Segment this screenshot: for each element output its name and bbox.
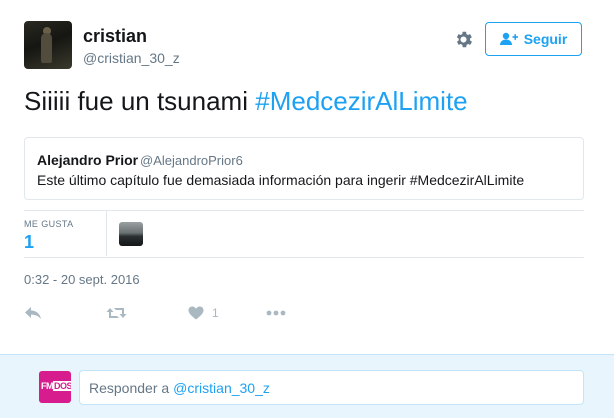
follow-button[interactable]: Seguir <box>485 22 582 56</box>
likes-count[interactable]: 1 <box>24 232 34 253</box>
author-handle[interactable]: @cristian_30_z <box>83 50 180 66</box>
quoted-author-name: Alejandro Prior <box>37 152 139 168</box>
reply-placeholder: Responder a <box>89 379 170 396</box>
retweet-button[interactable] <box>106 304 127 322</box>
divider <box>24 210 584 211</box>
current-user-avatar-logo: FMDOS <box>41 381 71 391</box>
more-button[interactable] <box>266 304 286 322</box>
gear-icon[interactable] <box>453 29 474 50</box>
reply-button[interactable] <box>24 304 42 322</box>
quoted-tweet-text: Este último capítulo fue demasiada infor… <box>37 172 525 188</box>
heart-icon <box>188 306 204 320</box>
reply-input[interactable]: Responder a @cristian_30_z <box>79 370 584 405</box>
tweet-text: Siiiii fue un tsunami #MedcezirAlLimite <box>24 86 468 117</box>
current-user-avatar[interactable]: FMDOS <box>39 371 71 403</box>
tweet-hashtag[interactable]: #MedcezirAlLimite <box>255 86 467 116</box>
avatar-figure-body <box>41 33 52 63</box>
more-icon <box>266 310 286 316</box>
quoted-tweet[interactable]: Alejandro Prior @AlejandroPrior6 Este úl… <box>24 137 584 200</box>
liker-avatar[interactable] <box>119 222 143 246</box>
avatar-logo-text: FM <box>41 381 54 391</box>
likes-label[interactable]: ME GUSTA <box>24 219 74 229</box>
reply-composer: FMDOS Responder a @cristian_30_z <box>0 354 614 418</box>
retweet-icon <box>106 308 127 318</box>
author-name[interactable]: cristian <box>83 26 147 47</box>
reply-icon <box>25 307 41 319</box>
like-button[interactable]: 1 <box>188 304 219 322</box>
add-user-icon <box>499 32 518 45</box>
author-avatar[interactable] <box>24 21 72 69</box>
quoted-author-handle: @AlejandroPrior6 <box>140 153 243 168</box>
follow-button-label: Seguir <box>523 31 568 47</box>
divider <box>24 257 584 258</box>
avatar-logo-highlight: DOS <box>53 381 71 391</box>
tweet-timestamp[interactable]: 0:32 - 20 sept. 2016 <box>24 272 140 287</box>
stats-separator <box>106 210 107 256</box>
like-count: 1 <box>212 306 219 320</box>
reply-mention: @cristian_30_z <box>173 379 270 396</box>
tweet-body: Siiiii fue un tsunami <box>24 86 248 116</box>
